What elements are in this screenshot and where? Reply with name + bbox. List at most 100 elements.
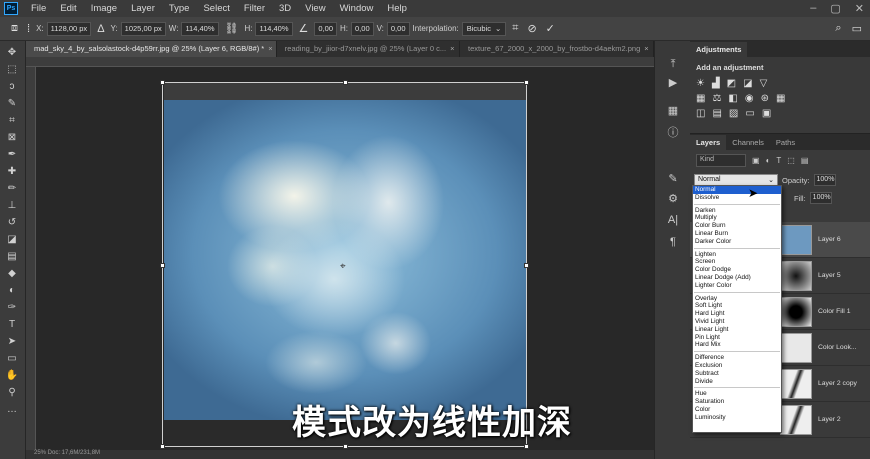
tab-paths[interactable]: Paths [770, 135, 801, 150]
brush-settings-icon[interactable]: ✎ [666, 171, 680, 185]
hue-saturation-icon[interactable]: ▦ [696, 93, 705, 104]
dodge-tool-icon[interactable]: ◐ [4, 283, 20, 297]
frame-tool-icon[interactable]: ⊠ [4, 130, 20, 144]
blend-hard-mix[interactable]: Hard Mix [693, 341, 781, 349]
eyedropper-tool-icon[interactable]: ✒ [4, 147, 20, 161]
blend-subtract[interactable]: Subtract [693, 370, 781, 378]
vertical-ruler[interactable] [26, 67, 36, 459]
kind-filter[interactable]: Kind [696, 154, 746, 167]
blend-linear-burn[interactable]: Linear Burn [693, 230, 781, 238]
hskew-field[interactable]: 0,00 [351, 21, 374, 36]
delta-icon[interactable]: Δ [94, 23, 107, 35]
y-field[interactable]: 1025,00 px [120, 21, 166, 36]
menu-layer[interactable]: Layer [124, 3, 162, 14]
menu-type[interactable]: Type [162, 3, 197, 14]
blend-lighter-color[interactable]: Lighter Color [693, 282, 781, 290]
blend-dissolve[interactable]: Dissolve [693, 194, 781, 202]
blend-color[interactable]: Color [693, 406, 781, 414]
blend-pin-light[interactable]: Pin Light [693, 334, 781, 342]
blend-soft-light[interactable]: Soft Light [693, 302, 781, 310]
tab-mad-sky[interactable]: mad_sky_4_by_salsolastock-d4p59rr.jpg @ … [26, 41, 277, 57]
tab-adjustments[interactable]: Adjustments [690, 42, 748, 57]
hand-tool-icon[interactable]: ✋ [4, 368, 20, 382]
photo-filter-icon[interactable]: ◉ [745, 93, 754, 104]
warp-icon[interactable]: ⌗ [509, 22, 521, 35]
reference-point-icon[interactable]: ⁞ [24, 23, 33, 35]
tab-texture[interactable]: texture_67_2000_x_2000_by_frostbo-d4aekm… [460, 41, 654, 57]
crop-tool-icon[interactable]: ⌗ [4, 113, 20, 127]
channel-mixer-icon[interactable]: ⊛ [761, 93, 769, 104]
blend-vivid-light[interactable]: Vivid Light [693, 318, 781, 326]
close-tab-icon[interactable]: × [450, 44, 454, 53]
blend-saturation[interactable]: Saturation [693, 398, 781, 406]
selective-color-icon[interactable]: ▣ [762, 108, 771, 119]
info-icon[interactable]: ⓘ [666, 125, 680, 139]
layer-name[interactable]: Layer 2 [818, 416, 841, 423]
interpolation-select[interactable]: Bicubic ⌄ [461, 21, 507, 36]
pixel-filter-icon[interactable]: ▣ [752, 156, 760, 165]
menu-file[interactable]: File [24, 3, 53, 14]
invert-icon[interactable]: ◫ [696, 108, 705, 119]
threshold-icon[interactable]: ▨ [729, 108, 738, 119]
shape-tool-icon[interactable]: ▭ [4, 351, 20, 365]
layer-name[interactable]: Layer 5 [818, 272, 841, 279]
blend-screen[interactable]: Screen [693, 258, 781, 266]
brightness-icon[interactable]: ☀ [696, 78, 705, 89]
reference-point-icon[interactable]: ⌖ [340, 261, 346, 272]
tab-layers[interactable]: Layers [690, 135, 727, 150]
shape-filter-icon[interactable]: ⬚ [787, 156, 795, 165]
blend-color-dodge[interactable]: Color Dodge [693, 266, 781, 274]
gradient-map-icon[interactable]: ▭ [745, 108, 754, 119]
blend-divide[interactable]: Divide [693, 378, 781, 386]
sky-texture-layer[interactable] [164, 100, 526, 420]
link-icon[interactable]: ⛓ [222, 22, 242, 35]
menu-image[interactable]: Image [84, 3, 124, 14]
blend-hard-light[interactable]: Hard Light [693, 310, 781, 318]
color-balance-icon[interactable]: ⚖ [712, 93, 721, 104]
vskew-field[interactable]: 0,00 [386, 21, 410, 36]
commit-transform-icon[interactable]: ✓ [543, 22, 558, 35]
adjust-filter-icon[interactable]: ◐ [766, 156, 771, 165]
blur-tool-icon[interactable]: ◆ [4, 266, 20, 280]
workspace-icon[interactable]: ▭ [852, 22, 862, 35]
layer-name[interactable]: Layer 6 [818, 236, 841, 243]
exposure-icon[interactable]: ◪ [743, 78, 752, 89]
close-tab-icon[interactable]: × [268, 44, 272, 53]
zoom-tool-icon[interactable]: ⚲ [4, 385, 20, 399]
blend-lighten[interactable]: Lighten [693, 251, 781, 259]
quick-select-tool-icon[interactable]: ✎ [4, 96, 20, 110]
blend-multiply[interactable]: Multiply [693, 214, 781, 222]
blend-linear-light[interactable]: Linear Light [693, 326, 781, 334]
paragraph-icon[interactable]: ¶ [666, 235, 680, 249]
horizontal-ruler[interactable] [26, 57, 654, 67]
layer-name[interactable]: Layer 2 copy [818, 380, 857, 387]
blend-normal[interactable]: Normal [693, 186, 781, 194]
history-icon[interactable]: ⤒ [666, 57, 680, 71]
menu-view[interactable]: View [298, 3, 332, 14]
search-icon[interactable]: ⌕ [835, 22, 841, 35]
path-select-tool-icon[interactable]: ➤ [4, 334, 20, 348]
blend-exclusion[interactable]: Exclusion [693, 362, 781, 370]
pen-tool-icon[interactable]: ✑ [4, 300, 20, 314]
angle-field[interactable]: 0,00 [314, 21, 338, 36]
healing-tool-icon[interactable]: ✚ [4, 164, 20, 178]
w-field[interactable]: 114,40% [181, 21, 219, 36]
channels-icon[interactable]: ⚙ [666, 191, 680, 205]
more-tools-icon[interactable]: … [4, 402, 20, 416]
h-field[interactable]: 114,40% [255, 21, 293, 36]
close-tab-icon[interactable]: × [644, 44, 648, 53]
tab-channels[interactable]: Channels [726, 135, 770, 150]
menu-window[interactable]: Window [333, 3, 381, 14]
menu-3d[interactable]: 3D [272, 3, 298, 14]
posterize-icon[interactable]: ▤ [712, 108, 721, 119]
transform-icon[interactable]: ⧈ [8, 22, 21, 35]
menu-select[interactable]: Select [196, 3, 236, 14]
black-white-icon[interactable]: ◧ [728, 93, 737, 104]
move-tool-icon[interactable]: ✥ [4, 45, 20, 59]
fill-field[interactable]: 100% [809, 192, 832, 204]
play-icon[interactable]: ▶ [666, 75, 680, 89]
smart-filter-icon[interactable]: ▤ [801, 156, 809, 165]
layer-name[interactable]: Color Look... [818, 344, 857, 351]
eraser-tool-icon[interactable]: ◪ [4, 232, 20, 246]
maximize-icon[interactable]: ▢ [830, 2, 840, 15]
